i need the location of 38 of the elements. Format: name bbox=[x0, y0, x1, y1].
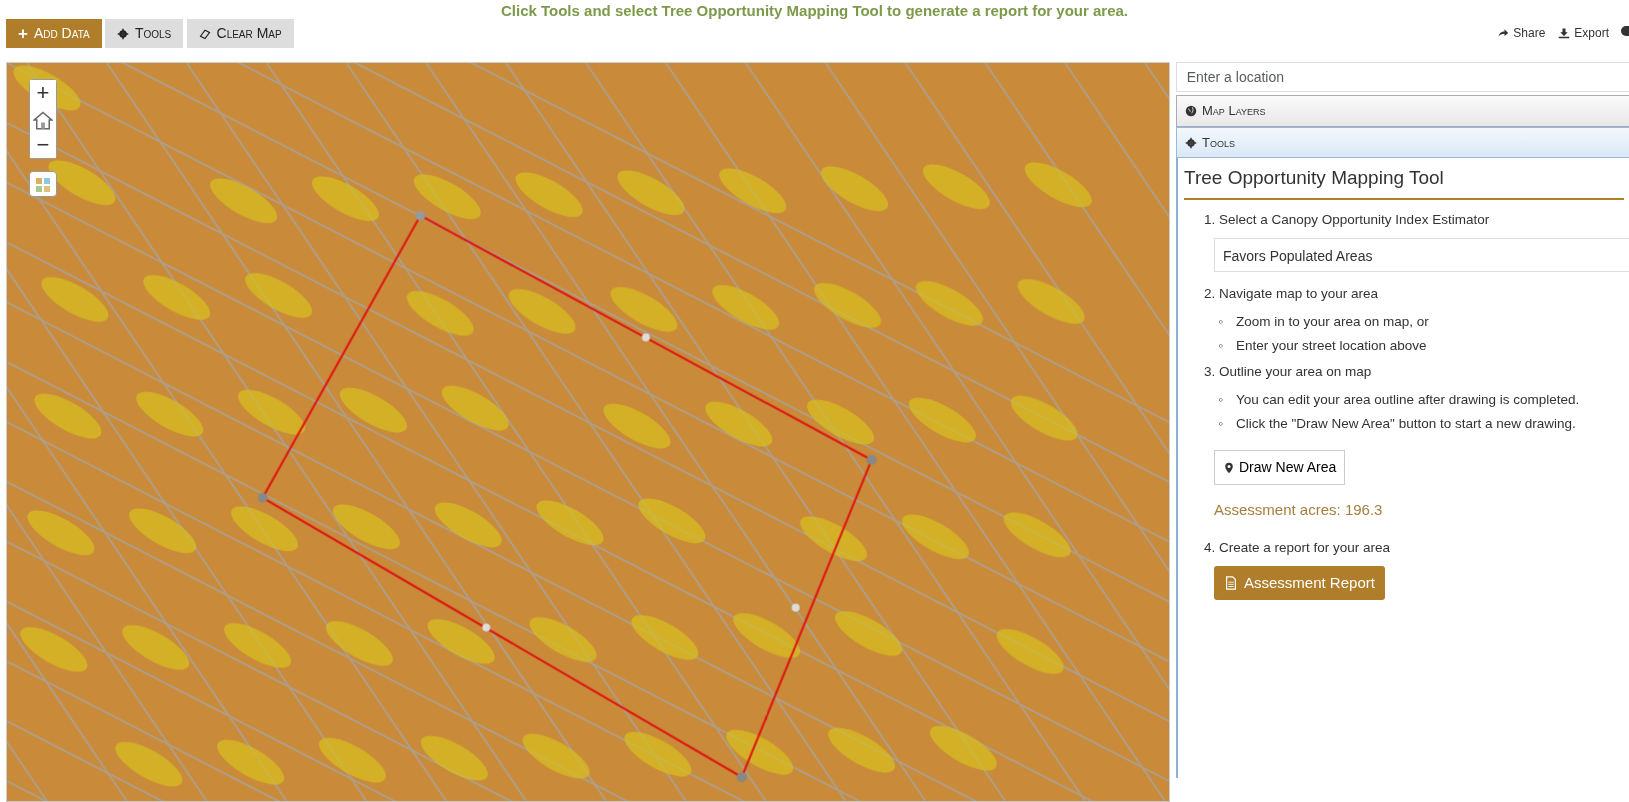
document-icon bbox=[1224, 576, 1238, 590]
panel-title: Map Layers bbox=[1202, 102, 1266, 121]
panel-header[interactable]: Map Layers bbox=[1176, 95, 1629, 127]
draw-area-button[interactable]: Draw New Area bbox=[1214, 450, 1346, 485]
home-icon bbox=[33, 110, 53, 131]
share-icon bbox=[1497, 27, 1510, 39]
panel-title: Tools bbox=[1202, 133, 1235, 152]
toolbar-button[interactable]: + Add Data bbox=[6, 19, 102, 48]
bullet-marker: ◦ bbox=[1218, 336, 1224, 355]
toolbar-button[interactable]: Tools bbox=[104, 19, 184, 48]
toolbar-button[interactable]: Clear Map bbox=[186, 19, 294, 48]
bullet-marker: ◦ bbox=[1218, 414, 1224, 433]
acres-text: Assessment acres: 196.3 bbox=[1214, 500, 1384, 520]
eraser-icon bbox=[198, 27, 211, 40]
bullet-text: You can edit your area outline after drawing is completed. bbox=[1236, 392, 1580, 408]
bullet-text: Enter your street location above bbox=[1236, 337, 1427, 353]
grid-icon bbox=[35, 177, 51, 194]
location-search-field[interactable]: Enter a location bbox=[1176, 62, 1629, 92]
bullet-text: Zoom in to your area on map, or bbox=[1236, 314, 1429, 330]
bullet-text: Click the "Draw New Area" button to start a new drawing. bbox=[1236, 415, 1576, 431]
bullet-marker: ◦ bbox=[1218, 313, 1224, 332]
step-text: 4. Create a report for your area bbox=[1204, 538, 1392, 557]
panel-header[interactable]: Tools bbox=[1176, 126, 1629, 159]
globe-icon bbox=[1185, 105, 1197, 117]
step-text: 1. Select a Canopy Opportunity Index Estimator bbox=[1204, 210, 1491, 229]
report-button[interactable]: Assessment Report bbox=[1214, 565, 1385, 601]
plus-icon: + bbox=[18, 25, 28, 42]
tool-title: Tree Opportunity Mapping Tool bbox=[1184, 164, 1624, 200]
toolbar-link[interactable]: Share bbox=[1497, 24, 1546, 42]
download-icon bbox=[1558, 27, 1571, 39]
step-text: 3. Outline your area on map bbox=[1204, 363, 1373, 381]
bullet-marker: ◦ bbox=[1218, 391, 1224, 410]
step-text: 2. Navigate map to your area bbox=[1204, 285, 1380, 303]
pin-icon bbox=[1223, 461, 1235, 474]
estimator-select[interactable]: Favors Populated Areas bbox=[1214, 238, 1629, 272]
toolbar-link[interactable]: Export bbox=[1558, 24, 1609, 42]
instruction-text: Click Tools and select Tree Opportunity Mapping Tool to generate a report for your area. bbox=[499, 1, 1130, 21]
basemap-button[interactable] bbox=[29, 171, 57, 197]
